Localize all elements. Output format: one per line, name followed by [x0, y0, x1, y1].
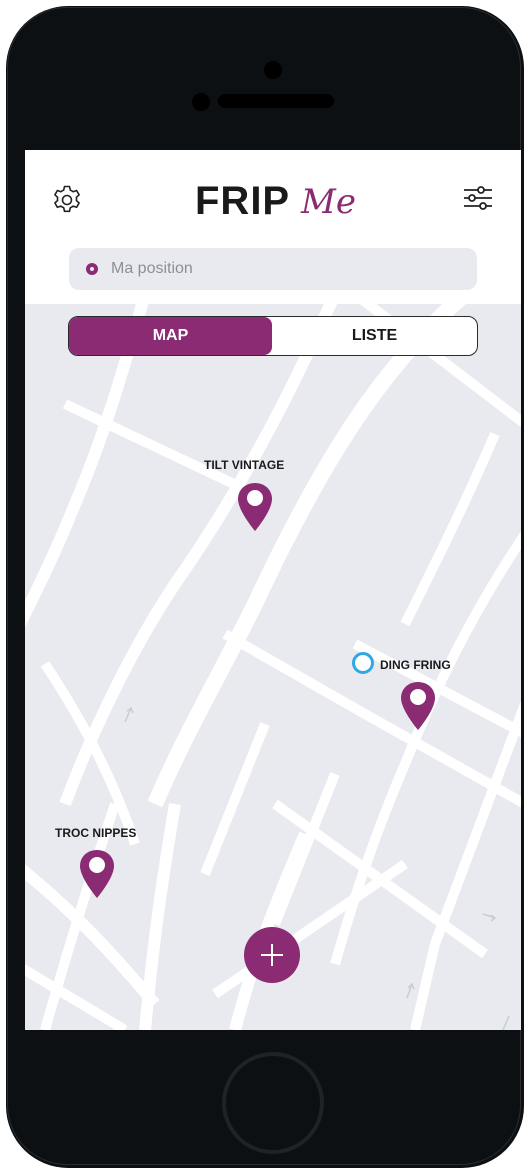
view-toggle: MAP LISTE — [68, 316, 478, 356]
map-pin-icon — [401, 682, 435, 730]
road — [222, 629, 368, 719]
gear-icon[interactable] — [50, 183, 84, 217]
road — [270, 772, 340, 926]
proximity-sensor — [192, 93, 210, 111]
logo-wordmark: FRIP — [195, 179, 291, 223]
shop-label-tilt-vintage: TILT VINTAGE — [204, 458, 285, 472]
road — [200, 722, 270, 876]
map-pin-icon — [80, 850, 114, 898]
map-pin-icon — [238, 483, 272, 531]
sliders-icon[interactable] — [461, 181, 495, 215]
shop-pin-tilt-vintage[interactable] — [236, 481, 274, 533]
shop-pin-ding-fring[interactable] — [399, 680, 437, 732]
location-search-field[interactable] — [69, 248, 477, 290]
direction-arrow — [502, 1015, 510, 1030]
app-screen: TILT VINTAGE DING FRING TROC NIPPES FRIP… — [25, 150, 521, 1030]
location-input[interactable] — [111, 257, 451, 281]
shop-label-troc-nippes: TROC NIPPES — [55, 826, 137, 840]
logo-script: Me — [301, 182, 356, 222]
location-dot-icon — [86, 263, 98, 275]
earpiece-speaker — [218, 94, 334, 108]
tab-list[interactable]: LISTE — [272, 317, 477, 355]
shop-pin-troc-nippes[interactable] — [78, 848, 116, 900]
home-button[interactable] — [222, 1052, 324, 1154]
shop-label-ding-fring: DING FRING — [380, 658, 451, 672]
road — [59, 291, 341, 807]
app-header: FRIP Me — [25, 150, 521, 304]
front-camera — [264, 61, 282, 79]
map-view[interactable]: TILT VINTAGE DING FRING TROC NIPPES — [25, 287, 521, 1030]
road — [212, 859, 408, 999]
road — [25, 964, 128, 1030]
tab-map[interactable]: MAP — [69, 317, 272, 355]
current-location-icon — [352, 652, 374, 674]
add-button[interactable] — [244, 927, 300, 983]
